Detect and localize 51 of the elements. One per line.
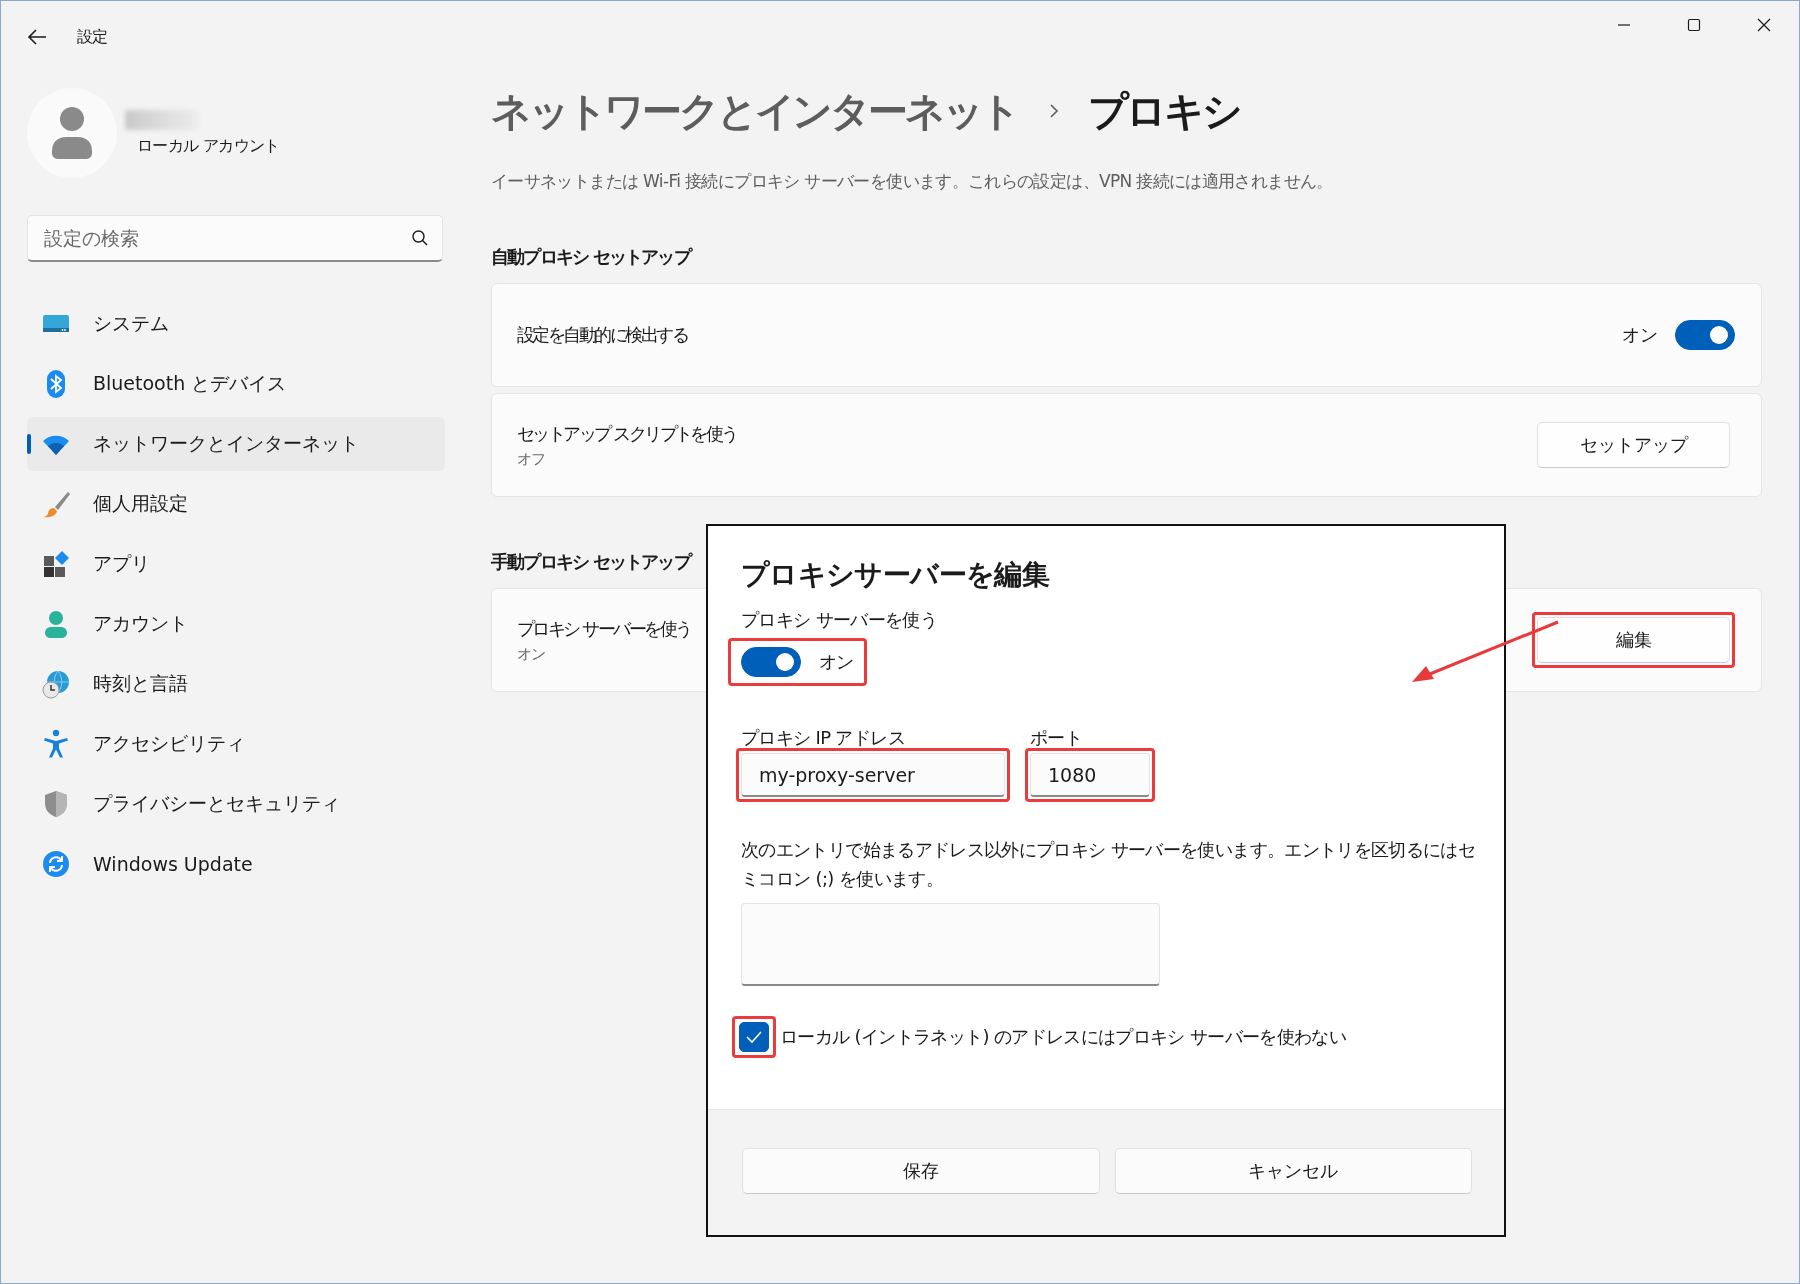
sidebar-item[interactable]: アカウント	[27, 597, 445, 651]
breadcrumb-link[interactable]: ネットワークとインターネット	[491, 83, 1019, 139]
toggle-state-label: オン	[819, 650, 854, 674]
checkbox[interactable]	[739, 1022, 769, 1052]
field-label: プロキシ IP アドレス	[741, 726, 906, 748]
port-field[interactable]: 1080	[1030, 753, 1150, 797]
setting-label: プロキシ サーバーを使う	[517, 616, 691, 641]
sidebar-item[interactable]: 個人用設定	[27, 477, 445, 531]
maximize-icon[interactable]	[1686, 17, 1702, 33]
dialog-title: プロキシサーバーを編集	[741, 557, 1051, 593]
action-button[interactable]: セットアップ	[1537, 422, 1730, 468]
window-title: 設定	[77, 27, 108, 48]
setting-label: セットアップ スクリプトを使う	[517, 421, 737, 446]
field-label: ポート	[1030, 726, 1084, 748]
sidebar-item[interactable]: ネットワークとインターネット	[27, 417, 445, 471]
sidebar-item[interactable]: アプリ	[27, 537, 445, 591]
page-title: プロキシ	[1088, 86, 1240, 136]
checkmark-icon	[745, 1030, 763, 1044]
sidebar-item[interactable]: Windows Update	[27, 837, 445, 891]
section-heading: 手動プロキシ セットアップ	[491, 550, 690, 574]
toggle-switch[interactable]	[1675, 320, 1735, 350]
apps-icon	[41, 549, 71, 579]
dialog-button[interactable]: 保存	[742, 1148, 1100, 1194]
setting-label: 設定を自動的に検出する	[517, 323, 688, 347]
instruction-text: 次のエントリで始まるアドレス以外にプロキシ サーバーを使います。エントリを区切るにはセミコロン (;) を使います。	[741, 838, 1477, 891]
close-icon[interactable]	[1756, 17, 1772, 33]
sidebar-item[interactable]: 時刻と言語	[27, 657, 445, 711]
setting-status: オフ	[517, 449, 546, 469]
page-description: イーサネットまたは Wi-Fi 接続にプロキシ サーバーを使います。これらの設定は、VPN 接続には適用されません。	[491, 170, 1334, 193]
search-field[interactable]: 設定の検索	[27, 215, 443, 262]
action-button[interactable]: 編集	[1537, 617, 1730, 663]
search-icon[interactable]	[411, 229, 429, 247]
globe-clock-icon	[41, 669, 71, 699]
person-silhouette-icon	[50, 105, 94, 161]
sync-icon	[41, 849, 71, 879]
exceptions-field[interactable]	[741, 903, 1160, 986]
toggle-label: プロキシ サーバーを使う	[741, 608, 939, 632]
sidebar-item[interactable]: システム	[27, 297, 445, 351]
account-type: ローカル アカウント	[137, 135, 280, 157]
dialog-button[interactable]: キャンセル	[1114, 1148, 1472, 1194]
toggle-switch[interactable]	[741, 647, 801, 677]
selection-indicator	[27, 434, 31, 454]
section-heading: 自動プロキシ セットアップ	[491, 245, 690, 269]
address-field[interactable]: my-proxy-server	[741, 753, 1005, 797]
checkbox-label: ローカル (イントラネット) のアドレスにはプロキシ サーバーを使わない	[780, 1025, 1347, 1049]
toggle-state-label: オン	[1622, 323, 1657, 347]
setting-status: オン	[517, 644, 546, 664]
sidebar-item[interactable]: Bluetooth とデバイス	[27, 357, 445, 411]
sidebar-item[interactable]: プライバシーとセキュリティ	[27, 777, 445, 831]
sidebar-item[interactable]: アクセシビリティ	[27, 717, 445, 771]
accessibility-icon	[41, 729, 71, 759]
